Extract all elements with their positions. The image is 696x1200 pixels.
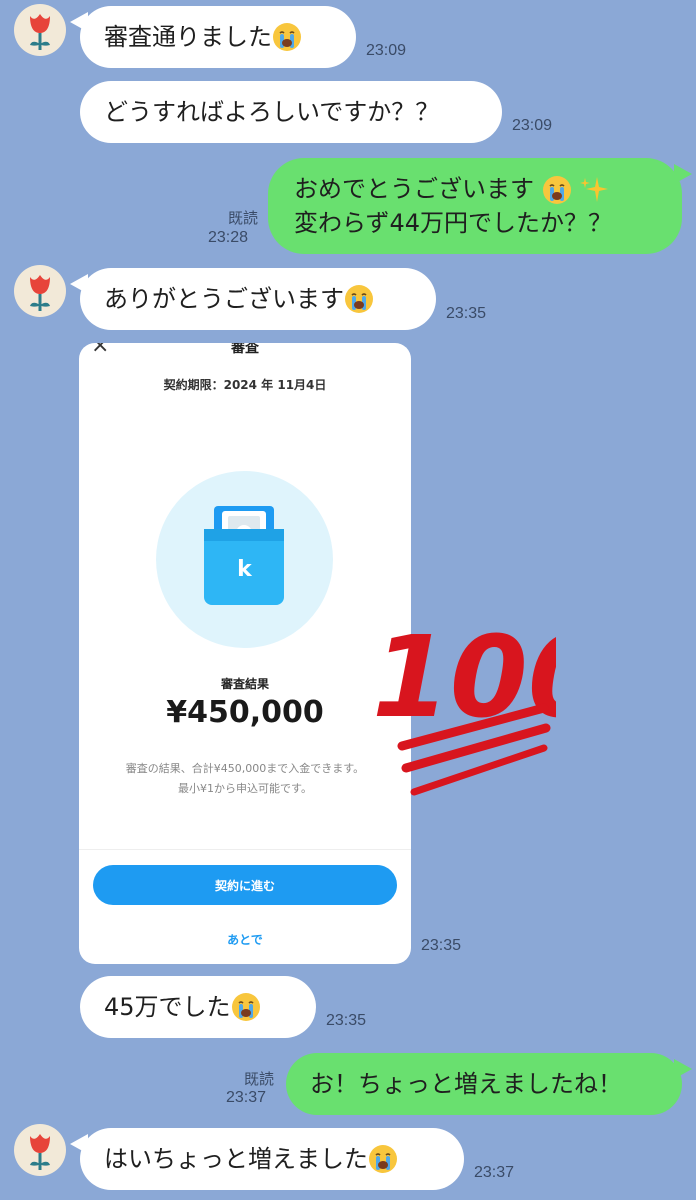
- crying-face-icon: [369, 1145, 397, 1173]
- timestamp: 23:35: [421, 937, 462, 954]
- hundred-points-icon: 100: [366, 596, 606, 806]
- timestamp: 23:37: [226, 1089, 267, 1106]
- message-text: 審査通りました: [104, 23, 272, 51]
- crying-face-icon: [542, 176, 571, 204]
- result-label: 審査結果: [220, 677, 269, 691]
- crying-face-icon: [231, 993, 260, 1021]
- timestamp: 23:09: [366, 42, 407, 59]
- timestamp: 23:35: [446, 305, 487, 322]
- message-bubble[interactable]: 45万でした: [80, 976, 316, 1038]
- timestamp: 23:37: [474, 1164, 515, 1181]
- crying-face-icon: [345, 285, 373, 313]
- later-link: あとで: [227, 933, 263, 947]
- message-bubble[interactable]: ありがとうございます: [70, 268, 436, 330]
- description-line: 最小¥1から申込可能です。: [178, 782, 312, 795]
- sparkles-icon: [580, 177, 609, 202]
- message-bubble[interactable]: お！ちょっと増えましたね！: [286, 1053, 692, 1115]
- shared-image[interactable]: × 審査 契約期限：2024 年 11月4日 k 審査結果 ¥450,000 審…: [79, 343, 411, 964]
- message-bubble[interactable]: どうすればよろしいですか？？: [80, 81, 502, 143]
- contract-period: 契約期限：2024 年 11月4日: [163, 378, 327, 392]
- timestamp: 23:09: [512, 117, 553, 134]
- message-bubble[interactable]: おめでとうございます 変わらず44万円でしたか？？: [268, 158, 692, 254]
- message-text-line1: おめでとうございます: [294, 175, 534, 203]
- message-text: ありがとうございます: [104, 285, 344, 313]
- divider: [79, 849, 411, 850]
- message-bubble[interactable]: 審査通りました: [70, 6, 356, 68]
- wallet-logo: k: [237, 557, 252, 582]
- avatar[interactable]: [14, 4, 66, 56]
- approved-amount: ¥450,000: [166, 695, 324, 730]
- crying-face-icon: [273, 23, 301, 51]
- message-bubble[interactable]: はいちょっと増えました: [70, 1128, 464, 1190]
- avatar[interactable]: [14, 1124, 66, 1176]
- message-text: どうすればよろしいですか？？: [104, 98, 440, 126]
- timestamp: 23:35: [326, 1012, 367, 1029]
- message-text-line2: 変わらず44万円でしたか？？: [294, 209, 613, 237]
- proceed-to-contract-button: 契約に進む: [93, 865, 397, 905]
- tulip-icon: [30, 275, 50, 311]
- tulip-icon: [30, 14, 50, 50]
- tulip-icon: [30, 1134, 50, 1170]
- read-receipt: 既読: [243, 1071, 274, 1088]
- message-text: はいちょっと増えました: [104, 1145, 368, 1173]
- message-text: 45万でした: [104, 993, 231, 1021]
- description-line: 審査の結果、合計¥450,000まで入金できます。: [125, 762, 365, 775]
- wallet-illustration-circle: k: [156, 471, 333, 648]
- sticker-text: 100: [372, 613, 556, 743]
- result-description: 審査の結果、合計¥450,000まで入金できます。 最小¥1から申込可能です。: [79, 759, 411, 799]
- read-receipt: 既読: [227, 210, 258, 227]
- avatar[interactable]: [14, 265, 66, 317]
- screenshot-header-title: 審査: [231, 343, 259, 356]
- message-text: お！ちょっと増えましたね！: [310, 1070, 622, 1098]
- timestamp: 23:28: [208, 229, 249, 246]
